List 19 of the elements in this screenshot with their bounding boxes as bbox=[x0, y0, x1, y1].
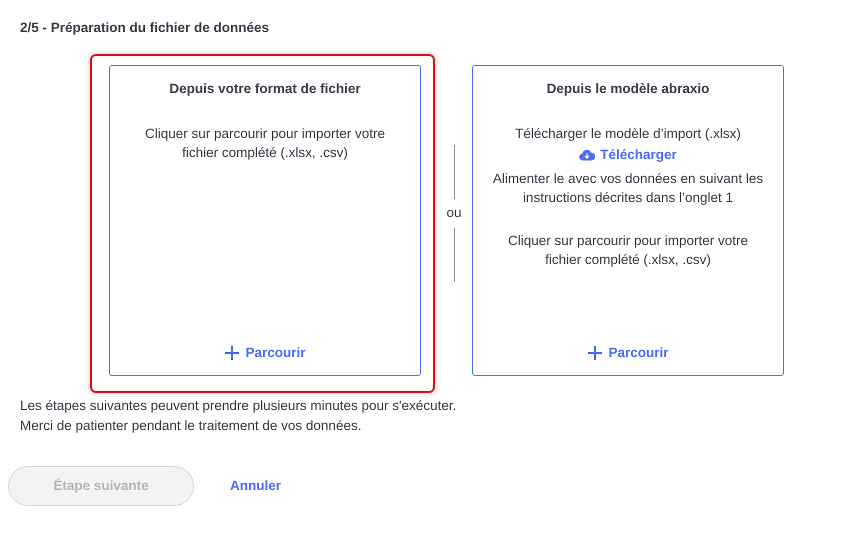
browse-button[interactable]: Parcourir bbox=[224, 343, 306, 364]
card-title: Depuis le modèle abraxio bbox=[546, 80, 710, 98]
card-title: Depuis votre format de fichier bbox=[169, 80, 361, 98]
cancel-link[interactable]: Annuler bbox=[230, 476, 282, 496]
browse-button[interactable]: Parcourir bbox=[587, 343, 669, 364]
option-card[interactable] bbox=[472, 65, 784, 376]
or-separator-label: ou bbox=[446, 204, 462, 222]
instruction-text: Télécharger le modèle d’import (.xlsx) bbox=[514, 124, 742, 142]
cloud-download-icon bbox=[579, 148, 596, 161]
plus-icon bbox=[224, 345, 240, 362]
instruction-text: Cliquer sur parcourir pour importer votre fichier complété (.xlsx, .csv) bbox=[506, 232, 750, 269]
step-title: 2/5 - Préparation du fichier de données bbox=[20, 19, 270, 37]
instruction-text: Alimenter le avec vos données en suivant les instructions décrites dans l’onglet 1 bbox=[492, 170, 764, 207]
info-text: Les étapes suivantes peuvent prendre plusieurs minutes pour s'exécuter. bbox=[20, 397, 458, 416]
download-button[interactable]: Télécharger bbox=[579, 144, 677, 165]
plus-icon bbox=[587, 345, 604, 362]
info-text: Merci de patienter pendant le traitement de vos données. bbox=[20, 417, 362, 436]
option-card[interactable]: Depuis votre format de fichier Cliquer sur parcourir pour importer votre fichier complété (.xlsx, .csv) Parcourir bbox=[109, 65, 421, 376]
instruction-text: Cliquer sur parcourir pour importer votre fichier complété (.xlsx, .csv) bbox=[144, 124, 386, 162]
